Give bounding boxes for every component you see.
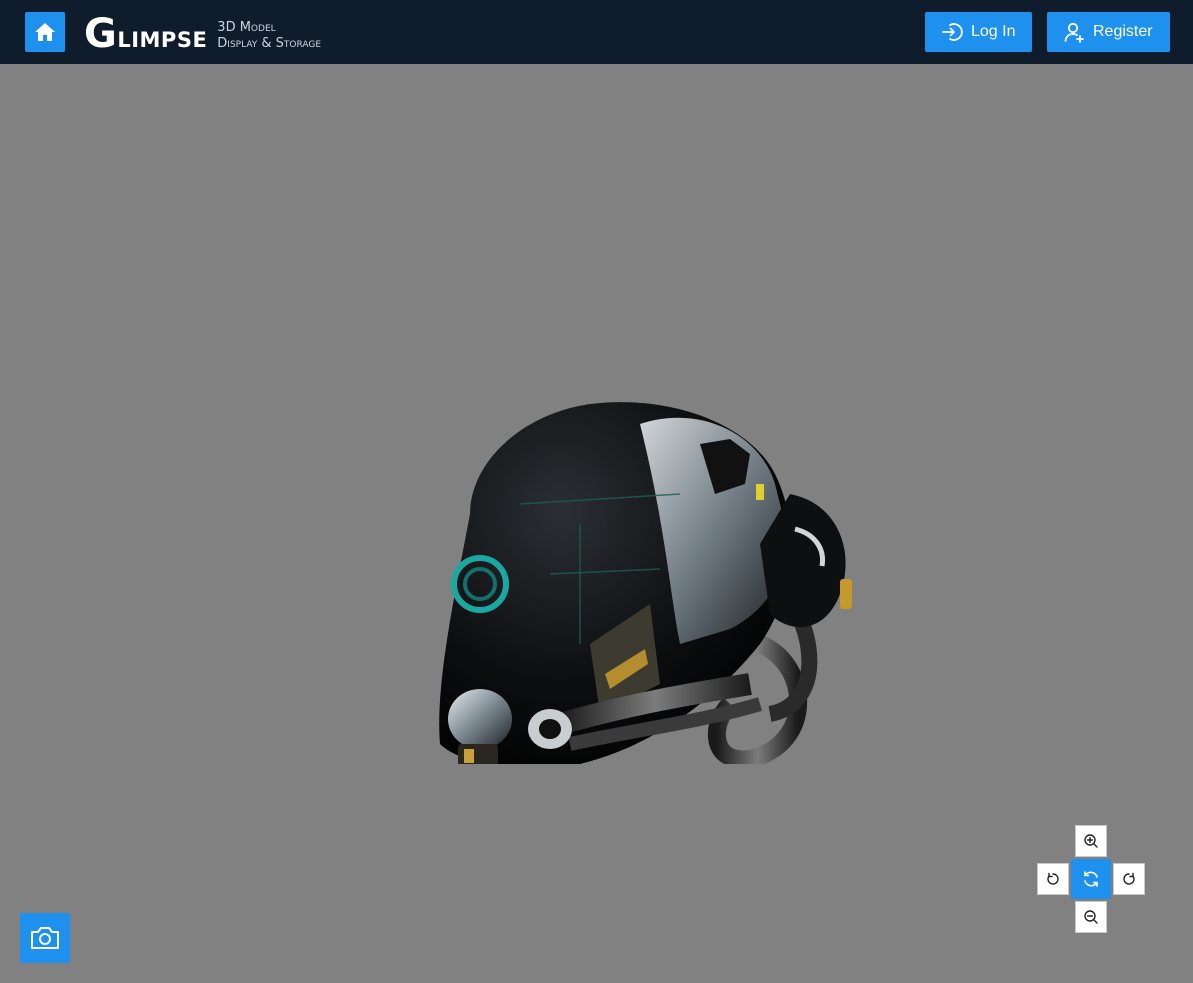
- home-icon: [35, 23, 55, 41]
- login-icon: [942, 23, 963, 41]
- rotate-left-button[interactable]: [1037, 863, 1069, 895]
- tagline-line-2: Display & Storage: [217, 36, 322, 51]
- screenshot-button[interactable]: [20, 913, 70, 963]
- model-viewer[interactable]: [0, 64, 1193, 983]
- camera-icon: [31, 927, 59, 949]
- rotate-left-icon: [1047, 872, 1059, 885]
- top-navbar: Glimpse 3D Model Display & Storage Log I…: [0, 0, 1193, 64]
- zoom-in-button[interactable]: [1075, 825, 1107, 857]
- rotate-right-icon: [1123, 872, 1135, 885]
- helmet-model[interactable]: [430, 344, 860, 764]
- brand-logo[interactable]: Glimpse 3D Model Display & Storage: [84, 10, 321, 54]
- user-plus-icon: [1064, 22, 1084, 43]
- zoom-in-icon: [1084, 834, 1098, 848]
- zoom-out-icon: [1084, 910, 1098, 924]
- login-button[interactable]: Log In: [925, 12, 1032, 52]
- tagline-line-1: 3D Model: [217, 20, 276, 35]
- zoom-out-button[interactable]: [1075, 901, 1107, 933]
- login-label: Log In: [971, 23, 1016, 40]
- register-button[interactable]: Register: [1047, 12, 1170, 52]
- home-button[interactable]: [25, 12, 65, 52]
- brand-name: Glimpse: [84, 11, 208, 57]
- register-label: Register: [1093, 23, 1153, 40]
- refresh-icon: [1084, 871, 1098, 887]
- reset-view-button[interactable]: [1071, 859, 1111, 899]
- rotate-right-button[interactable]: [1113, 863, 1145, 895]
- brand-tagline: 3D Model Display & Storage: [217, 20, 321, 54]
